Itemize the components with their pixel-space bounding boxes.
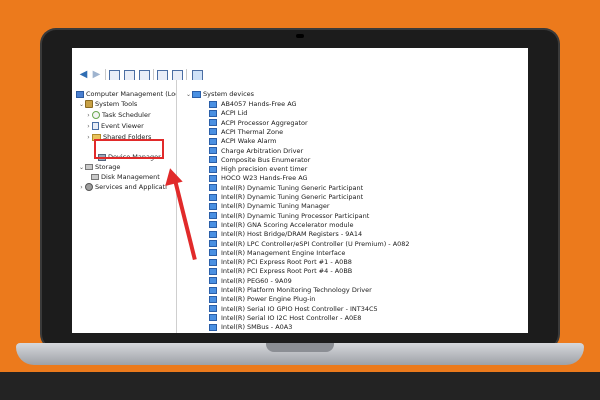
chevron-down-icon[interactable]: ⌄ xyxy=(185,90,192,100)
device-icon xyxy=(209,240,217,247)
device-item-label: Intel(R) Dynamic Tuning Manager xyxy=(221,202,330,211)
device-icon xyxy=(209,119,217,127)
device-icon xyxy=(209,165,217,173)
laptop-base-notch xyxy=(266,343,334,352)
tree-item-task-scheduler[interactable]: › Task Scheduler xyxy=(85,110,151,120)
device-item-label: Intel(R) Host Bridge/DRAM Registers - 9A… xyxy=(221,230,363,239)
device-icon xyxy=(209,212,217,220)
device-icon xyxy=(209,267,217,275)
tree-item-label: Task Scheduler xyxy=(102,111,151,119)
annotation-highlight-box xyxy=(94,139,164,159)
device-item-label: ACPI Thermal Zone xyxy=(221,127,284,136)
device-icon xyxy=(209,258,217,266)
camera-notch xyxy=(296,34,304,38)
device-list-pane: ⌄ System devices AB4057 Hands-Free AG ACPI… xyxy=(177,80,528,333)
device-icon xyxy=(209,137,217,145)
device-icon xyxy=(209,156,217,164)
toolbox-icon xyxy=(85,100,93,108)
tree-item-label: Services and Applicati xyxy=(95,183,167,191)
device-icon xyxy=(209,193,217,201)
device-icon xyxy=(209,249,217,257)
device-icon xyxy=(209,221,217,229)
device-item-label: AB4057 Hands-Free AG xyxy=(221,100,297,108)
device-icon xyxy=(209,277,217,285)
device-item-label: Intel(R) Dynamic Tuning Generic Particip… xyxy=(221,183,364,192)
toolbar: ◀ ▶ xyxy=(72,48,528,81)
disk-icon xyxy=(91,174,99,180)
device-item-label: ACPI Wake Alarm xyxy=(221,137,277,146)
device-item-label: Intel(R) Management Engine Interface xyxy=(221,248,346,257)
device-item-label: Intel(R) Serial IO I2C Host Controller -… xyxy=(221,313,362,322)
tree-item-services-and-applications[interactable]: › Services and Applicati xyxy=(78,182,167,192)
device-icon xyxy=(209,202,217,210)
tree-item-label: System Tools xyxy=(95,100,138,108)
tree-item-label: Event Viewer xyxy=(101,122,144,130)
device-icon xyxy=(209,295,217,303)
device-item[interactable]: Intel(R) SMBus - A0A3 xyxy=(209,322,292,332)
tree-item-computer-management[interactable]: Computer Management (Local xyxy=(76,89,177,99)
device-item-label: Intel(R) Serial IO GPIO Host Controller … xyxy=(221,304,378,313)
device-icon xyxy=(209,230,217,238)
toolbar-separator xyxy=(105,69,106,80)
device-item-label: Intel(R) Power Engine Plug-in xyxy=(221,295,316,304)
device-icon xyxy=(209,147,217,154)
chevron-right-icon[interactable]: › xyxy=(85,122,92,132)
device-item-label: Intel(R) PCI Express Root Port #4 - A0BB xyxy=(221,267,353,276)
device-item-label: Intel(R) LPC Controller/eSPI Controller … xyxy=(221,239,410,248)
clock-icon xyxy=(92,111,100,119)
toolbar-separator xyxy=(186,69,187,80)
device-icon xyxy=(209,184,217,192)
services-icon xyxy=(85,183,93,191)
device-icon xyxy=(209,128,217,136)
laptop-screen: ◀ ▶ Computer Management (Local ⌄ System T… xyxy=(72,48,528,333)
device-icon xyxy=(209,286,217,294)
device-item-label: Intel(R) SMBus - A0A3 xyxy=(221,323,293,332)
computer-icon xyxy=(76,90,84,98)
event-log-icon xyxy=(92,122,99,130)
device-icon xyxy=(209,314,217,322)
toolbar-separator xyxy=(153,69,154,80)
device-category-system-devices[interactable]: ⌄ System devices xyxy=(185,89,254,99)
chevron-right-icon[interactable]: › xyxy=(85,133,92,143)
device-item-label: Intel(R) GNA Scoring Accelerator module xyxy=(221,220,354,229)
device-item-label: Composite Bus Enumerator xyxy=(221,155,311,164)
device-icon xyxy=(209,109,217,117)
chevron-down-icon[interactable]: ⌄ xyxy=(78,163,85,173)
device-icon xyxy=(209,323,217,331)
storage-icon xyxy=(85,164,93,170)
device-item-label: Intel(R) PEG60 - 9A09 xyxy=(221,276,292,285)
desk-surface xyxy=(0,372,600,400)
device-icon xyxy=(209,305,217,313)
chevron-right-icon[interactable]: › xyxy=(78,183,85,193)
device-icon xyxy=(209,174,217,182)
device-item-label: Intel(R) Platform Monitoring Technology … xyxy=(221,286,372,294)
tree-item-label: Computer Management (Local xyxy=(86,90,177,98)
device-item-label: ACPI Lid xyxy=(221,109,248,118)
tree-item-event-viewer[interactable]: › Event Viewer xyxy=(85,121,144,131)
device-icon xyxy=(209,100,217,108)
chevron-down-icon[interactable]: ⌄ xyxy=(78,100,85,110)
tree-item-label: Disk Management xyxy=(101,173,160,181)
tree-item-label: Storage xyxy=(95,163,121,171)
system-devices-icon xyxy=(192,90,201,98)
device-item-label: HOCO W23 Hands-Free AG xyxy=(221,174,308,183)
device-category-label: System devices xyxy=(203,90,255,98)
back-arrow-icon[interactable]: ◀ xyxy=(78,69,89,80)
device-item-label: Charge Arbitration Driver xyxy=(221,146,304,155)
chevron-right-icon[interactable]: › xyxy=(85,111,92,121)
tree-item-disk-management[interactable]: Disk Management xyxy=(91,172,160,182)
device-item-label: Intel(R) Dynamic Tuning Processor Partic… xyxy=(221,211,370,220)
tree-item-system-tools[interactable]: ⌄ System Tools xyxy=(78,99,137,109)
console-tree-pane: Computer Management (Local ⌄ System Tools… xyxy=(72,80,177,333)
forward-arrow-icon[interactable]: ▶ xyxy=(91,69,102,80)
device-item-label: High precision event timer xyxy=(221,165,308,174)
tree-item-storage[interactable]: ⌄ Storage xyxy=(78,162,120,172)
device-item-label: Intel(R) PCI Express Root Port #1 - A0B8 xyxy=(221,258,352,267)
device-item-label: ACPI Processor Aggregator xyxy=(221,118,308,127)
device-item-label: Intel(R) Dynamic Tuning Generic Particip… xyxy=(221,193,364,201)
